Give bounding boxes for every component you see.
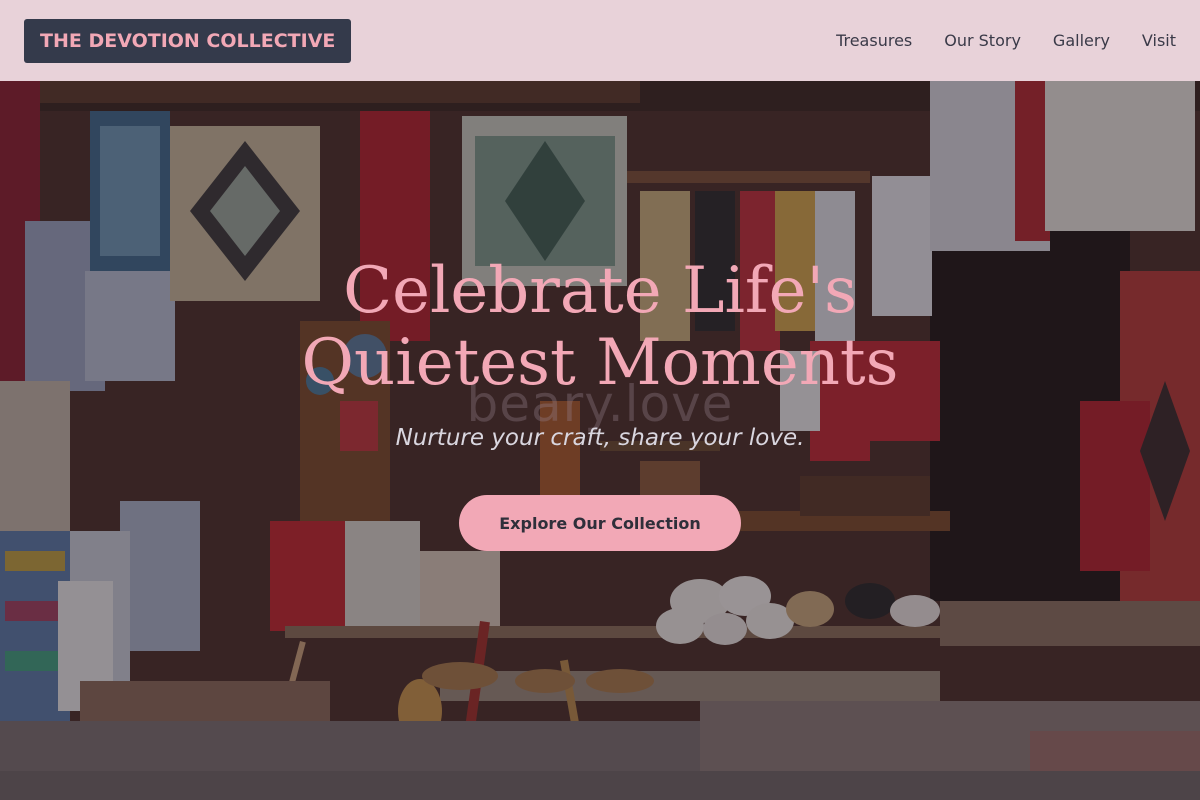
site-header: THE DEVOTION COLLECTIVE Treasures Our St…: [0, 0, 1200, 81]
nav-link-treasures[interactable]: Treasures: [836, 31, 912, 50]
hero-subtitle: Nurture your craft, share your love.: [395, 425, 805, 451]
explore-collection-button[interactable]: Explore Our Collection: [459, 495, 741, 551]
hero-title: Celebrate Life's Quietest Moments: [301, 254, 899, 400]
nav-link-visit[interactable]: Visit: [1142, 31, 1176, 50]
hero-content: Celebrate Life's Quietest Moments Nurtur…: [0, 81, 1200, 800]
main-nav: Treasures Our Story Gallery Visit: [836, 31, 1176, 50]
nav-link-our-story[interactable]: Our Story: [944, 31, 1021, 50]
nav-link-gallery[interactable]: Gallery: [1053, 31, 1110, 50]
hero-section: beary.love Celebrate Life's Quietest Mom…: [0, 81, 1200, 800]
brand-logo[interactable]: THE DEVOTION COLLECTIVE: [24, 18, 352, 63]
